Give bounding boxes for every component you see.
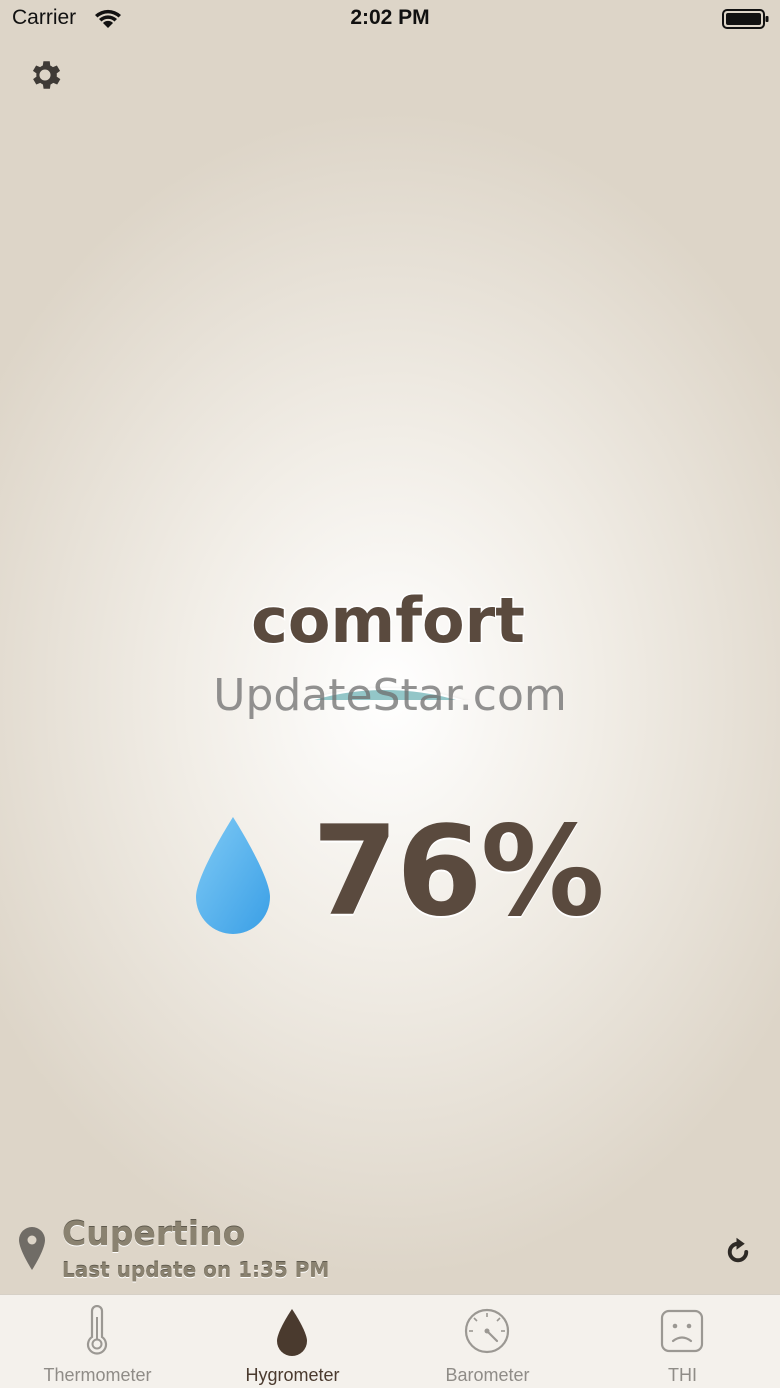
status-bar: Carrier 2:02 PM — [0, 0, 780, 40]
gauge-label-comfort: comfort — [251, 584, 525, 657]
tab-thi[interactable]: THI — [585, 1295, 780, 1388]
gauge-icon — [464, 1308, 510, 1354]
tab-hygrometer[interactable]: Hygrometer — [195, 1295, 390, 1388]
tab-label: Hygrometer — [245, 1365, 340, 1385]
tab-label: Thermometer — [43, 1365, 152, 1385]
status-time: 2:02 PM — [350, 6, 430, 29]
tab-bar: Thermometer Hygrometer Barometer THI — [0, 1294, 780, 1388]
hygrometer-gauge: 20 40 60 80 comfort dry wet — [250, 583, 526, 700]
location-city: Cupertino — [62, 1214, 246, 1253]
tab-thermometer[interactable]: Thermometer — [0, 1295, 195, 1388]
location-pin-icon — [19, 1227, 45, 1270]
last-update-text: Last update on 1:35 PM — [62, 1258, 330, 1282]
water-drop-icon — [196, 817, 270, 934]
battery-icon — [722, 9, 769, 29]
settings-gear-icon[interactable] — [26, 56, 64, 94]
humidity-value: 76% — [312, 800, 605, 944]
tab-label: Barometer — [445, 1365, 530, 1385]
watermark: UpdateStar.com — [213, 670, 567, 721]
tab-label: THI — [668, 1365, 697, 1385]
drop-icon — [277, 1309, 307, 1356]
thermometer-icon — [86, 1305, 108, 1355]
tab-barometer[interactable]: Barometer — [390, 1295, 585, 1388]
refresh-icon[interactable] — [720, 1234, 756, 1270]
sad-face-icon — [660, 1309, 704, 1353]
